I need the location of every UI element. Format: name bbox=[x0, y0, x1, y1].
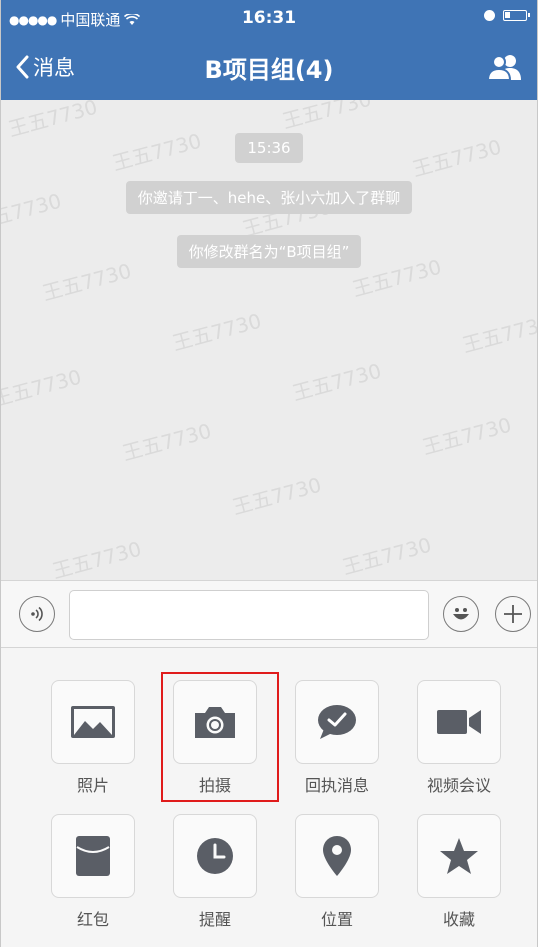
camera-button[interactable] bbox=[173, 680, 257, 764]
group-members-icon bbox=[486, 55, 521, 81]
watermark: 王五7730 bbox=[289, 358, 384, 406]
emoji-icon bbox=[453, 608, 469, 620]
video-call-button[interactable] bbox=[417, 680, 501, 764]
group-members-button[interactable] bbox=[486, 52, 523, 82]
red-packet-label: 红包 bbox=[76, 910, 109, 929]
favorites-button[interactable] bbox=[417, 814, 501, 898]
red-packet-icon bbox=[76, 836, 110, 876]
photo-icon bbox=[71, 706, 115, 738]
status-right bbox=[484, 10, 530, 21]
top-bar: ●●●●● 中国联通 16:31 消息 B项目组(4) bbox=[1, 0, 537, 100]
status-bar: ●●●●● 中国联通 16:31 bbox=[1, 0, 537, 38]
timestamp-message: 15:36 bbox=[1, 133, 537, 163]
watermark: 王五7730 bbox=[419, 412, 514, 460]
battery-icon bbox=[503, 10, 530, 21]
page-title: B项目组(4) bbox=[204, 56, 334, 84]
watermark: 王五7730 bbox=[279, 100, 374, 134]
location-label: 位置 bbox=[320, 910, 353, 929]
video-call-label: 视频会议 bbox=[426, 776, 491, 795]
location-pin-icon bbox=[323, 836, 351, 876]
receipt-message-icon bbox=[318, 705, 356, 739]
favorites-label: 收藏 bbox=[442, 910, 475, 929]
input-bar bbox=[1, 580, 537, 648]
function-panel: 照片 拍摄 回执消息 视频会议 红包 提醒 位置 收藏 bbox=[1, 648, 537, 947]
status-time: 16:31 bbox=[241, 8, 297, 28]
plus-icon bbox=[504, 605, 522, 623]
location-button[interactable] bbox=[295, 814, 379, 898]
star-icon bbox=[440, 838, 478, 874]
red-packet-button[interactable] bbox=[51, 814, 135, 898]
system-message-text: 你修改群名为“B项目组” bbox=[176, 235, 362, 268]
screen: ●●●●● 中国联通 16:31 消息 B项目组(4) 王五7730 王五773… bbox=[0, 0, 538, 947]
reminder-button[interactable] bbox=[173, 814, 257, 898]
system-message-text: 你邀请丁一、hehe、张小六加入了群聊 bbox=[125, 181, 413, 214]
video-call-icon bbox=[437, 710, 481, 734]
camera-label: 拍摄 bbox=[198, 776, 231, 795]
watermark: 王五7730 bbox=[339, 532, 434, 580]
more-button[interactable] bbox=[495, 596, 531, 632]
emoji-button[interactable] bbox=[443, 596, 479, 632]
voice-icon bbox=[31, 606, 43, 622]
message-input[interactable] bbox=[69, 590, 429, 640]
camera-icon bbox=[195, 707, 235, 738]
photo-button[interactable] bbox=[51, 680, 135, 764]
system-message: 你邀请丁一、hehe、张小六加入了群聊 bbox=[1, 181, 537, 214]
receipt-message-label: 回执消息 bbox=[304, 776, 369, 795]
watermark: 王五7730 bbox=[119, 418, 214, 466]
watermark: 王五7730 bbox=[49, 536, 144, 580]
watermark: 王五7730 bbox=[229, 472, 324, 520]
voice-button[interactable] bbox=[19, 596, 55, 632]
watermark: 王五7730 bbox=[1, 364, 84, 412]
nav-bar: 消息 B项目组(4) bbox=[1, 38, 537, 100]
photo-label: 照片 bbox=[76, 776, 109, 795]
chat-area: 王五7730 王五7730 王五7730 王五7730 王五7730 王五773… bbox=[1, 100, 537, 580]
reminder-label: 提醒 bbox=[198, 910, 231, 929]
timestamp-text: 15:36 bbox=[235, 133, 303, 163]
watermark: 王五7730 bbox=[459, 310, 537, 358]
system-message: 你修改群名为“B项目组” bbox=[1, 235, 537, 268]
watermark: 王五7730 bbox=[169, 308, 264, 356]
receipt-message-button[interactable] bbox=[295, 680, 379, 764]
clock-icon bbox=[197, 838, 233, 874]
alarm-icon bbox=[484, 10, 495, 21]
